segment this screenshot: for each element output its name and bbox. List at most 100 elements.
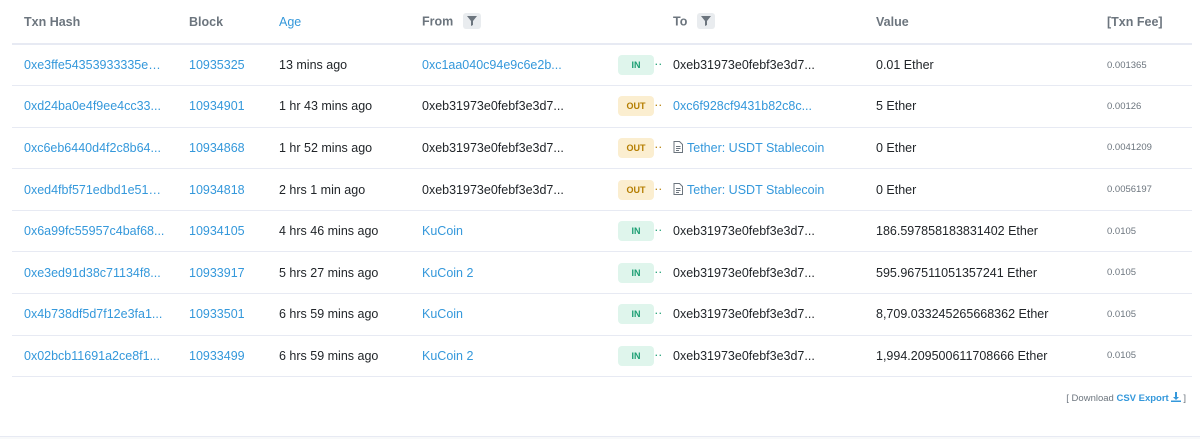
from-filter-button[interactable] xyxy=(462,12,481,29)
to-address-text: 0xeb31973e0febf3e3d7... xyxy=(673,265,815,280)
block-link[interactable]: 10934901 xyxy=(177,85,267,128)
csv-export-footer: [ Download CSV Export ] xyxy=(1066,392,1186,404)
txn-hash-link[interactable]: 0xe3ffe54353933335e3... xyxy=(12,44,177,87)
direction-cell: IN xyxy=(606,293,661,336)
txn-fee-cell: 0.0105 xyxy=(1095,251,1192,295)
block-link[interactable]: 10934105 xyxy=(177,210,267,253)
direction-badge: IN xyxy=(618,262,654,283)
txn-fee-cell: 0.0041209 xyxy=(1095,127,1192,170)
to-address-text[interactable]: Tether: USDT Stablecoin xyxy=(687,141,824,155)
block-link[interactable]: 10933501 xyxy=(177,293,267,336)
col-header-from: From xyxy=(410,0,606,45)
txn-fee-cell: 0.0056197 xyxy=(1095,168,1192,211)
from-address-link[interactable]: KuCoin 2 xyxy=(410,251,606,295)
txn-fee-cell: 0.0105 xyxy=(1095,335,1192,378)
from-address: 0xeb31973e0febf3e3d7... xyxy=(410,85,606,128)
from-address-link[interactable]: KuCoin 2 xyxy=(410,335,606,378)
col-header-block: Block xyxy=(177,0,267,45)
direction-cell: OUT xyxy=(606,127,661,170)
txn-fee-cell: 0.00126 xyxy=(1095,85,1192,128)
transactions-table: Txn Hash Block Age From To Value [Txn Fe… xyxy=(12,0,1192,378)
to-address: 0xeb31973e0febf3e3d7... xyxy=(661,44,864,87)
direction-badge: IN xyxy=(618,221,654,242)
value-cell: 1,994.209500611708666 Ether xyxy=(864,335,1095,378)
table-row: 0x6a99fc55957c4baf68... 10934105 4 hrs 46 … xyxy=(12,210,1192,253)
direction-cell: IN xyxy=(606,210,661,253)
to-address-text: 0xeb31973e0febf3e3d7... xyxy=(673,224,815,239)
txn-hash-link[interactable]: 0x02bcb11691a2ce8f1... xyxy=(12,335,177,378)
to-address: 0xeb31973e0febf3e3d7... xyxy=(661,293,864,336)
to-label: To xyxy=(673,13,688,28)
table-row: 0xed4fbf571edbd1e510... 10934818 2 hrs 1 m… xyxy=(12,168,1192,211)
to-address: 0xeb31973e0febf3e3d7... xyxy=(661,251,864,295)
txn-hash-link[interactable]: 0x4b738df5d7f12e3fa1... xyxy=(12,293,177,336)
from-address-link[interactable]: KuCoin xyxy=(410,293,606,336)
transactions-card: Txn Hash Block Age From To Value [Txn Fe… xyxy=(0,0,1200,437)
from-address: 0xeb31973e0febf3e3d7... xyxy=(410,127,606,170)
file-contract-icon xyxy=(673,182,683,195)
fee-toggle[interactable]: [Txn Fee] xyxy=(1107,15,1163,29)
to-address-link[interactable]: Tether: USDT Stablecoin xyxy=(661,127,864,170)
age-cell: 6 hrs 59 mins ago xyxy=(267,293,410,336)
to-address-link[interactable]: Tether: USDT Stablecoin xyxy=(661,168,864,211)
download-suffix: ] xyxy=(1180,393,1186,404)
table-header-row: Txn Hash Block Age From To Value [Txn Fe… xyxy=(12,0,1192,45)
csv-export-link[interactable]: CSV Export xyxy=(1116,393,1168,404)
col-header-to: To xyxy=(661,0,864,45)
from-address-link[interactable]: 0xc1aa040c94e9c6e2b... xyxy=(410,44,606,87)
table-row: 0x02bcb11691a2ce8f1... 10933499 6 hrs 59 m… xyxy=(12,335,1192,378)
to-filter-button[interactable] xyxy=(696,12,715,29)
block-link[interactable]: 10933917 xyxy=(177,251,267,295)
txn-hash-link[interactable]: 0xd24ba0e4f9ee4cc33... xyxy=(12,85,177,128)
table-row: 0xd24ba0e4f9ee4cc33... 10934901 1 hr 43 mi… xyxy=(12,85,1192,128)
txn-hash-link[interactable]: 0xc6eb6440d4f2c8b64... xyxy=(12,127,177,170)
file-contract-icon xyxy=(673,140,683,153)
direction-cell: IN xyxy=(606,335,661,378)
table-row: 0xe3ffe54353933335e3... 10935325 13 mins a… xyxy=(12,44,1192,87)
to-address-text[interactable]: Tether: USDT Stablecoin xyxy=(687,183,824,197)
txn-hash-link[interactable]: 0xed4fbf571edbd1e510... xyxy=(12,168,177,211)
filter-icon xyxy=(466,15,477,26)
block-link[interactable]: 10934818 xyxy=(177,168,267,211)
value-cell: 5 Ether xyxy=(864,85,1095,128)
to-address-text[interactable]: 0xc6f928cf9431b82c8c... xyxy=(673,99,812,113)
block-link[interactable]: 10935325 xyxy=(177,44,267,87)
block-link[interactable]: 10934868 xyxy=(177,127,267,170)
direction-badge: IN xyxy=(618,345,654,366)
age-cell: 5 hrs 27 mins ago xyxy=(267,251,410,295)
value-cell: 186.597858183831402 Ether xyxy=(864,210,1095,253)
from-address: 0xeb31973e0febf3e3d7... xyxy=(410,168,606,211)
direction-cell: IN xyxy=(606,251,661,295)
filter-icon xyxy=(700,15,711,26)
age-cell: 4 hrs 46 mins ago xyxy=(267,210,410,253)
col-header-value: Value xyxy=(864,0,1095,45)
to-address-link[interactable]: 0xc6f928cf9431b82c8c... xyxy=(661,85,864,128)
to-address-text: 0xeb31973e0febf3e3d7... xyxy=(673,348,815,363)
col-header-age[interactable]: Age xyxy=(267,0,410,45)
col-header-fee[interactable]: [Txn Fee] xyxy=(1095,0,1192,45)
value-cell: 8,709.033245265668362 Ether xyxy=(864,293,1095,336)
to-address: 0xeb31973e0febf3e3d7... xyxy=(661,210,864,253)
direction-badge: IN xyxy=(618,55,654,76)
direction-badge: OUT xyxy=(618,96,654,117)
age-cell: 1 hr 43 mins ago xyxy=(267,85,410,128)
direction-cell: IN xyxy=(606,44,661,87)
table-row: 0xc6eb6440d4f2c8b64... 10934868 1 hr 52 mi… xyxy=(12,127,1192,170)
col-header-direction xyxy=(606,0,661,45)
txn-hash-link[interactable]: 0x6a99fc55957c4baf68... xyxy=(12,210,177,253)
direction-badge: OUT xyxy=(618,137,654,158)
value-cell: 0 Ether xyxy=(864,127,1095,170)
txn-fee-cell: 0.0105 xyxy=(1095,293,1192,336)
from-label: From xyxy=(422,13,454,28)
from-address-link[interactable]: KuCoin xyxy=(410,210,606,253)
to-address-text: 0xeb31973e0febf3e3d7... xyxy=(673,58,815,73)
table-row: 0xe3ed91d38c71134f8... 10933917 5 hrs 27 m… xyxy=(12,251,1192,295)
table-row: 0x4b738df5d7f12e3fa1... 10933501 6 hrs 59 … xyxy=(12,293,1192,336)
block-link[interactable]: 10933499 xyxy=(177,335,267,378)
download-icon[interactable] xyxy=(1170,392,1181,402)
direction-badge: OUT xyxy=(618,179,654,200)
to-address: 0xeb31973e0febf3e3d7... xyxy=(661,335,864,378)
txn-hash-link[interactable]: 0xe3ed91d38c71134f8... xyxy=(12,251,177,295)
age-sort-toggle[interactable]: Age xyxy=(279,15,301,29)
age-cell: 13 mins ago xyxy=(267,44,410,87)
